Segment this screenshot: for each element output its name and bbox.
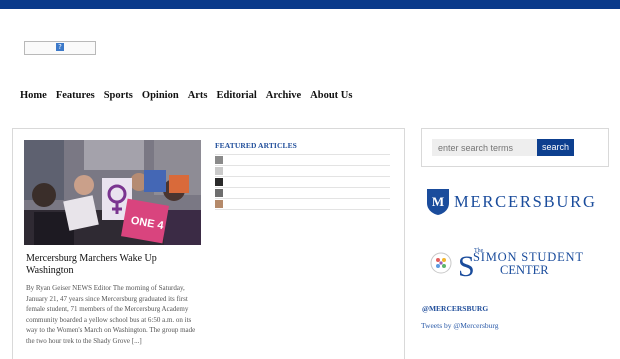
shield-letter: M <box>432 194 444 209</box>
simon-student-center-logo[interactable]: S The SIMON STUDENT CENTER <box>430 244 610 283</box>
nav-item-editorial[interactable]: Editorial <box>217 90 257 101</box>
featured-article-item[interactable] <box>215 187 390 198</box>
simon-center-text: CENTER <box>500 263 549 277</box>
mercersburg-logo[interactable]: M MERCERSBURG <box>426 188 597 216</box>
featured-thumbnail <box>215 156 223 164</box>
twitter-timeline-link[interactable]: Tweets by @Mercersburg <box>421 321 498 330</box>
featured-thumbnail <box>215 167 223 175</box>
mercersburg-shield-icon: M <box>427 189 449 215</box>
article-excerpt: By Ryan Geiser NEWS Editor The morning o… <box>26 284 196 345</box>
nav-item-home[interactable]: Home <box>20 90 47 101</box>
mercersburg-twitter-heading: @MERCERSBURG <box>422 304 489 313</box>
nav-item-opinion[interactable]: Opinion <box>142 90 179 101</box>
featured-article-item[interactable] <box>215 154 390 165</box>
featured-articles-heading: FEATURED ARTICLES <box>215 141 297 150</box>
nav-item-archive[interactable]: Archive <box>266 90 301 101</box>
article-headline[interactable]: Mercersburg Marchers Wake Up Washington <box>26 253 206 277</box>
featured-article-item[interactable] <box>215 198 390 210</box>
featured-article-item[interactable] <box>215 176 390 187</box>
featured-articles-list <box>215 154 390 210</box>
mercersburg-logo-text: MERCERSBURG <box>454 192 597 211</box>
article-photo[interactable]: ONE 4 <box>24 140 201 245</box>
featured-thumbnail <box>215 178 223 186</box>
nav-item-sports[interactable]: Sports <box>104 90 133 101</box>
featured-article-item[interactable] <box>215 165 390 176</box>
search-input[interactable] <box>432 139 540 156</box>
march-photo-illustration: ONE 4 <box>24 140 201 245</box>
top-brand-bar <box>0 0 620 9</box>
main-nav: Home Features Sports Opinion Arts Editor… <box>20 90 361 101</box>
nav-item-about-us[interactable]: About Us <box>310 90 352 101</box>
nav-item-features[interactable]: Features <box>56 90 95 101</box>
broken-image-icon: ? <box>56 43 64 51</box>
simon-logo-graphic: S The SIMON STUDENT CENTER <box>430 248 583 283</box>
featured-thumbnail <box>215 200 223 208</box>
simon-student-text: SIMON STUDENT <box>473 250 583 264</box>
site-logo-placeholder[interactable]: ? <box>24 41 96 55</box>
featured-thumbnail <box>215 189 223 197</box>
nav-item-arts[interactable]: Arts <box>188 90 208 101</box>
search-button[interactable]: search <box>537 139 574 156</box>
